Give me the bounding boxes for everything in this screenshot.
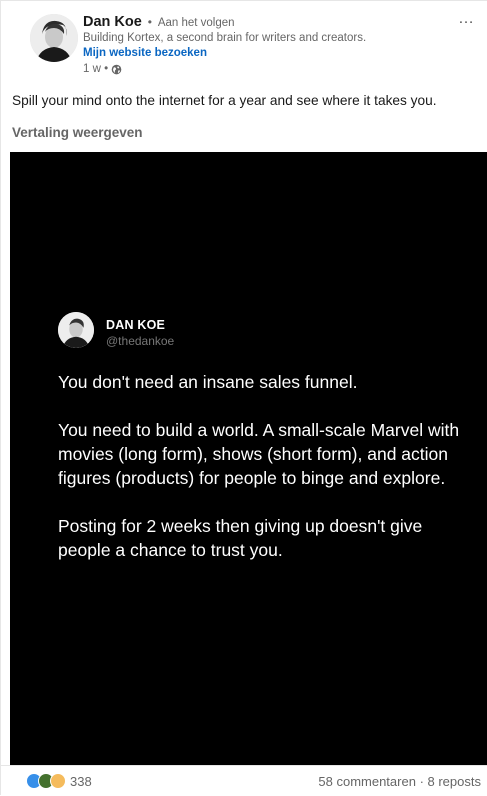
globe-icon xyxy=(111,64,122,74)
quote-paragraph: Posting for 2 weeks then giving up doesn… xyxy=(58,516,423,560)
image-author-handle: @thedankoe xyxy=(106,334,175,348)
image-avatar xyxy=(58,312,94,348)
engagement-stats: 58 commentaren · 8 reposts xyxy=(318,774,481,789)
reposts-count[interactable]: 8 reposts xyxy=(428,774,481,789)
avatar-photo xyxy=(30,14,78,62)
author-name[interactable]: Dan Koe xyxy=(83,14,142,30)
translate-button[interactable]: Vertaling weergeven xyxy=(12,125,143,140)
quote-paragraph: You don't need an insane sales funnel. xyxy=(58,372,358,392)
author-name-line: Dan Koe • Aan het volgen xyxy=(83,13,235,32)
stats-separator: · xyxy=(415,774,428,789)
support-icon xyxy=(50,773,66,789)
more-icon[interactable]: … xyxy=(458,10,475,28)
post-image[interactable]: DAN KOE @thedankoe You don't need an ins… xyxy=(10,152,487,765)
reactions-summary[interactable]: 338 xyxy=(26,773,92,789)
post-card: Dan Koe • Aan het volgen Building Kortex… xyxy=(0,0,487,795)
website-link[interactable]: Mijn website bezoeken xyxy=(83,47,207,59)
image-author-name: DAN KOE xyxy=(106,318,166,332)
social-counts-bar: 338 58 commentaren · 8 reposts xyxy=(0,765,487,796)
image-quote-text: You don't need an insane sales funnel. Y… xyxy=(58,370,468,586)
name-separator: • xyxy=(147,15,152,29)
post-time: 1 w • xyxy=(83,63,109,75)
quote-paragraph: You need to build a world. A small-scale… xyxy=(58,420,460,488)
author-avatar[interactable] xyxy=(30,14,78,62)
follow-status: Aan het volgen xyxy=(157,17,235,29)
author-headline: Building Kortex, a second brain for writ… xyxy=(83,32,367,44)
image-avatar-photo xyxy=(58,312,94,348)
reactions-count: 338 xyxy=(70,773,92,789)
comments-count[interactable]: 58 commentaren xyxy=(318,774,416,789)
post-meta: 1 w • xyxy=(83,63,122,75)
post-text: Spill your mind onto the internet for a … xyxy=(12,93,437,108)
